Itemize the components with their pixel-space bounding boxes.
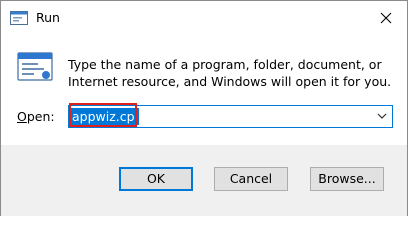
run-icon <box>17 51 53 83</box>
open-input[interactable]: appwiz.cpl <box>71 108 140 125</box>
cancel-button[interactable]: Cancel <box>214 167 288 191</box>
run-app-icon <box>10 10 28 26</box>
button-bar: OK Cancel Browse... <box>1 145 407 216</box>
run-dialog: Run Type the name of a program, folder, … <box>0 0 408 216</box>
open-combobox[interactable]: appwiz.cpl <box>68 105 393 128</box>
close-button[interactable] <box>371 5 401 31</box>
title-bar: Run <box>1 1 407 35</box>
window-title: Run <box>36 10 60 25</box>
chevron-down-icon[interactable] <box>376 110 388 122</box>
close-icon <box>380 12 392 24</box>
browse-button[interactable]: Browse... <box>310 167 384 191</box>
ok-button[interactable]: OK <box>119 167 193 191</box>
description-text: Type the name of a program, folder, docu… <box>68 57 392 89</box>
open-label: Open: <box>17 109 55 124</box>
